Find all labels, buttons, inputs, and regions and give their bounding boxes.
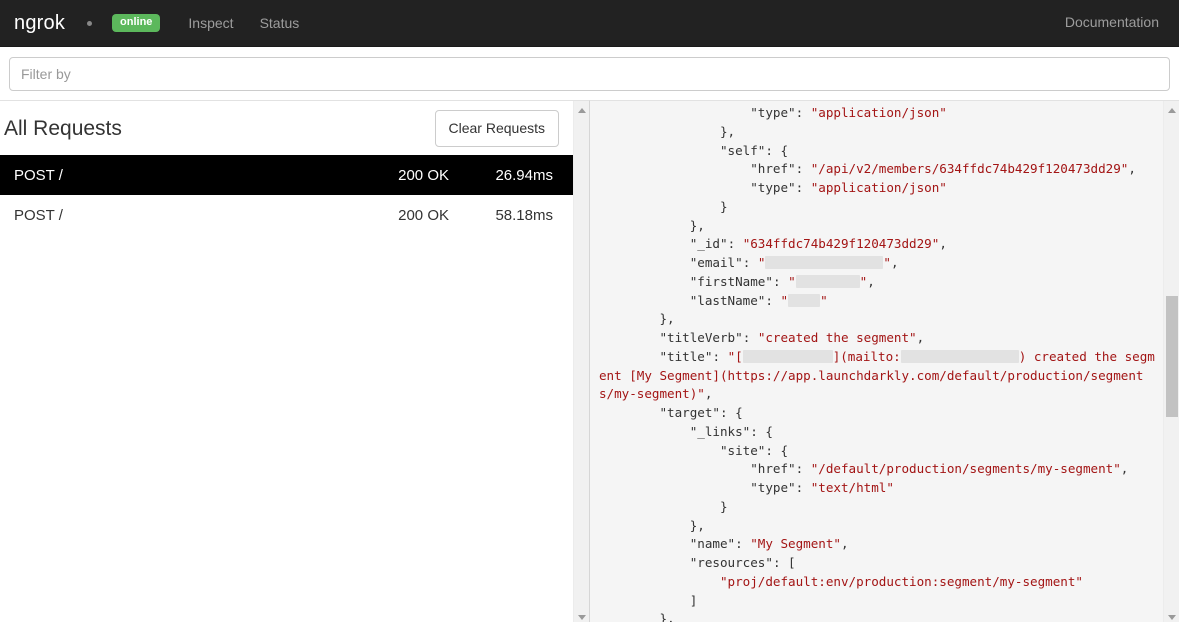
- request-duration: 26.94ms: [495, 166, 553, 184]
- table-row[interactable]: POST / 200 OK 26.94ms: [0, 155, 573, 195]
- scroll-down-arrow-icon[interactable]: [574, 610, 589, 622]
- filter-input[interactable]: [9, 57, 1170, 91]
- request-status: 200 OK: [398, 206, 449, 224]
- json-content: "type": "application/json" }, "self": { …: [599, 105, 1155, 622]
- detail-scrollbar[interactable]: [1163, 101, 1179, 622]
- navbar-right: Documentation: [1065, 14, 1159, 32]
- request-duration: 58.18ms: [495, 206, 553, 224]
- json-viewer[interactable]: "type": "application/json" }, "self": { …: [590, 101, 1162, 622]
- scroll-up-arrow-icon[interactable]: [1164, 103, 1179, 117]
- requests-scrollbar[interactable]: [573, 101, 589, 622]
- request-status: 200 OK: [398, 166, 449, 184]
- nav-link-inspect[interactable]: Inspect: [188, 15, 233, 31]
- page-title: All Requests: [4, 117, 122, 140]
- clear-requests-button[interactable]: Clear Requests: [434, 110, 559, 147]
- request-method: POST /: [14, 166, 63, 184]
- requests-list-inner: All Requests Clear Requests POST / 200 O…: [0, 101, 573, 235]
- scroll-up-arrow-icon[interactable]: [574, 103, 589, 117]
- navbar: ngrok online Inspect Status Documentatio…: [0, 0, 1179, 47]
- requests-panel: All Requests Clear Requests POST / 200 O…: [0, 100, 589, 622]
- request-method: POST /: [14, 206, 63, 224]
- table-row[interactable]: POST / 200 OK 58.18ms: [0, 195, 573, 235]
- nav-link-documentation[interactable]: Documentation: [1065, 14, 1159, 30]
- request-detail-panel: "type": "application/json" }, "self": { …: [589, 100, 1179, 622]
- main-split: All Requests Clear Requests POST / 200 O…: [0, 100, 1179, 622]
- brand-logo[interactable]: ngrok: [14, 12, 65, 35]
- filter-bar: [0, 47, 1179, 100]
- nav-link-status[interactable]: Status: [260, 15, 300, 31]
- status-badge-online: online: [112, 14, 161, 32]
- status-dot-icon: [87, 20, 93, 26]
- requests-header: All Requests Clear Requests: [0, 101, 573, 155]
- scrollbar-thumb[interactable]: [1166, 296, 1178, 417]
- scroll-down-arrow-icon[interactable]: [1164, 610, 1179, 622]
